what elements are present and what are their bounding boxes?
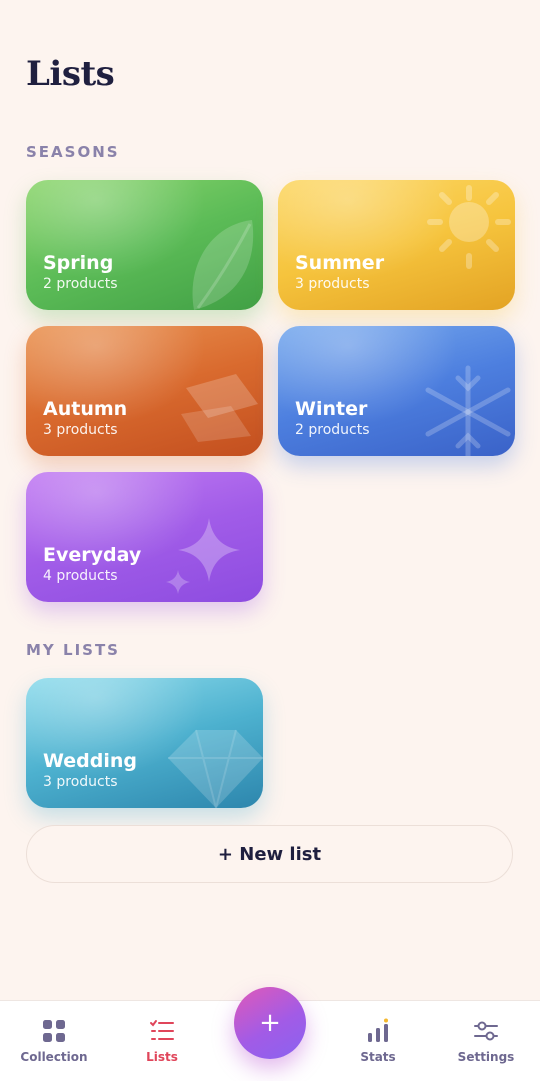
list-card-summer[interactable]: Summer 3 products	[278, 180, 515, 310]
grid-icon	[43, 1020, 65, 1042]
card-name: Autumn	[43, 398, 128, 420]
tab-label: Settings	[457, 1050, 515, 1064]
new-list-button[interactable]: + New list	[26, 825, 513, 883]
card-count: 3 products	[295, 276, 370, 292]
tab-lists[interactable]: Lists	[108, 1001, 216, 1081]
tab-label: Lists	[146, 1050, 178, 1064]
checklist-icon	[150, 1020, 174, 1040]
section-label-seasons: SEASONS	[26, 143, 120, 161]
list-card-autumn[interactable]: Autumn 3 products	[26, 326, 263, 456]
tab-label: Stats	[360, 1050, 396, 1064]
section-label-my-lists: MY LISTS	[26, 641, 120, 659]
plus-icon: +	[259, 1008, 281, 1038]
list-card-winter[interactable]: Winter 2 products	[278, 326, 515, 456]
card-count: 3 products	[43, 774, 118, 790]
list-card-spring[interactable]: Spring 2 products	[26, 180, 263, 310]
card-name: Wedding	[43, 750, 138, 772]
bar-chart-icon	[368, 1018, 388, 1042]
tab-settings[interactable]: Settings	[432, 1001, 540, 1081]
card-name: Spring	[43, 252, 114, 274]
card-name: Everyday	[43, 544, 142, 566]
add-fab-button[interactable]: +	[234, 987, 306, 1059]
list-card-wedding[interactable]: Wedding 3 products	[26, 678, 263, 808]
page-title: Lists	[26, 54, 115, 94]
card-name: Winter	[295, 398, 368, 420]
tab-collection[interactable]: Collection	[0, 1001, 108, 1081]
list-card-everyday[interactable]: Everyday 4 products	[26, 472, 263, 602]
card-count: 2 products	[295, 422, 370, 438]
card-count: 3 products	[43, 422, 118, 438]
card-count: 2 products	[43, 276, 118, 292]
tab-stats[interactable]: Stats	[324, 1001, 432, 1081]
card-name: Summer	[295, 252, 385, 274]
sliders-icon	[474, 1021, 498, 1041]
card-count: 4 products	[43, 568, 118, 584]
tab-label: Collection	[20, 1050, 88, 1064]
